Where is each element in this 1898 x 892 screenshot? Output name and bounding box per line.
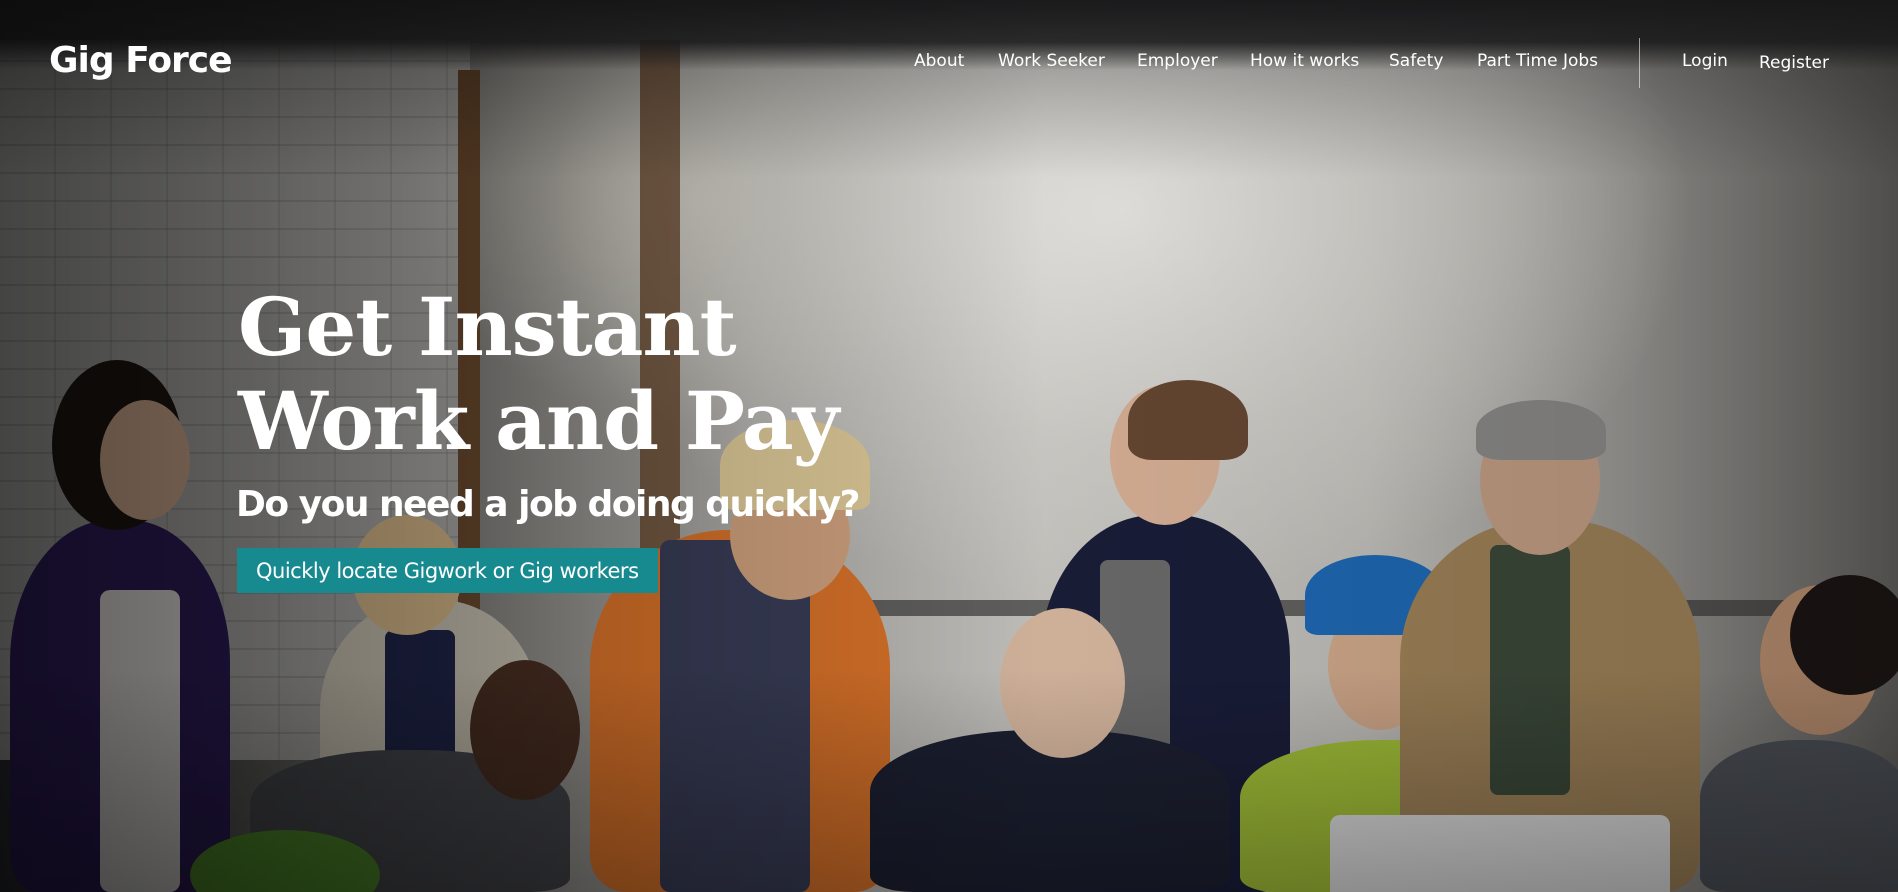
nav-link-part-time-jobs[interactable]: Part Time Jobs bbox=[1477, 51, 1598, 71]
cta-button[interactable]: Quickly locate Gigwork or Gig workers bbox=[237, 548, 658, 593]
hero-subheadline: Do you need a job doing quickly? bbox=[236, 484, 860, 525]
main-nav: About Work Seeker Employer How it works … bbox=[0, 51, 1898, 81]
hero-headline-line1: Get Instant bbox=[238, 280, 737, 374]
hero-headline: Get Instant Work and Pay bbox=[238, 280, 839, 468]
nav-divider bbox=[1639, 38, 1640, 88]
nav-link-how-it-works[interactable]: How it works bbox=[1250, 51, 1359, 71]
register-link[interactable]: Register bbox=[1759, 53, 1829, 73]
nav-link-employer[interactable]: Employer bbox=[1137, 51, 1218, 71]
nav-link-work-seeker[interactable]: Work Seeker bbox=[998, 51, 1105, 71]
nav-link-about[interactable]: About bbox=[914, 51, 964, 71]
hero-headline-line2: Work and Pay bbox=[238, 374, 839, 468]
hero-section: Gig Force About Work Seeker Employer How… bbox=[0, 0, 1898, 892]
nav-link-safety[interactable]: Safety bbox=[1389, 51, 1443, 71]
login-link[interactable]: Login bbox=[1682, 51, 1728, 71]
